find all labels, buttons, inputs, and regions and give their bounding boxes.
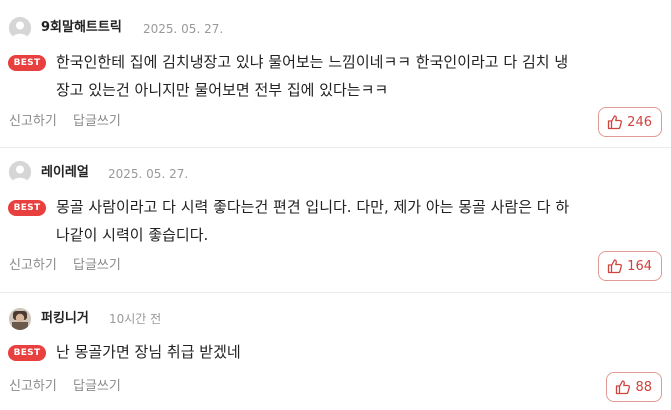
comment-author[interactable]: 레이레얼 [41,164,89,182]
comment-date: 10시간 전 [109,312,162,326]
comment-text: 한국인한테 집에 김치냉장고 있냐 물어보는 느낌이네ㅋㅋ 한국인이라고 다 김… [56,53,569,99]
best-badge: BEST [8,55,46,71]
comment-author[interactable]: 9회말해트트릭 [41,19,122,37]
comment-author[interactable]: 퍼킹니거 [41,310,89,328]
default-user-avatar-icon[interactable] [9,17,31,39]
user-avatar[interactable] [9,308,31,330]
thumbs-up-icon [615,379,631,395]
best-badge: BEST [8,200,46,216]
default-user-avatar-icon[interactable] [9,161,31,183]
comment-date: 2025. 05. 27. [143,22,224,36]
best-badge: BEST [8,345,46,361]
report-button[interactable]: 신고하기 [9,378,57,396]
like-button[interactable]: 88 [606,372,662,402]
comment-item: 레이레얼 2025. 05. 27. BEST 몽골 사람이라고 다 시력 좋다… [0,148,671,292]
thumbs-up-icon [607,258,623,274]
like-count: 246 [627,114,652,130]
reply-button[interactable]: 답글쓰기 [73,113,121,131]
thumbs-up-icon [607,114,623,130]
comment-item: 9회말해트트릭 2025. 05. 27. BEST 한국인한테 집에 김치냉장… [0,0,671,147]
reply-button[interactable]: 답글쓰기 [73,257,121,275]
report-button[interactable]: 신고하기 [9,257,57,275]
like-button[interactable]: 164 [598,251,662,281]
like-count: 88 [635,379,652,395]
report-button[interactable]: 신고하기 [9,113,57,131]
comment-item: 퍼킹니거 10시간 전 BEST 난 몽골가면 장님 취급 받겠네 신고하기 답… [0,293,671,410]
like-count: 164 [627,258,652,274]
like-button[interactable]: 246 [598,107,662,137]
comment-text: 난 몽골가면 장님 취급 받겠네 [56,343,241,361]
reply-button[interactable]: 답글쓰기 [73,378,121,396]
comment-date: 2025. 05. 27. [108,167,189,181]
comment-text: 몽골 사람이라고 다 시력 좋다는건 편견 입니다. 다만, 제가 아는 몽골 … [56,198,570,244]
